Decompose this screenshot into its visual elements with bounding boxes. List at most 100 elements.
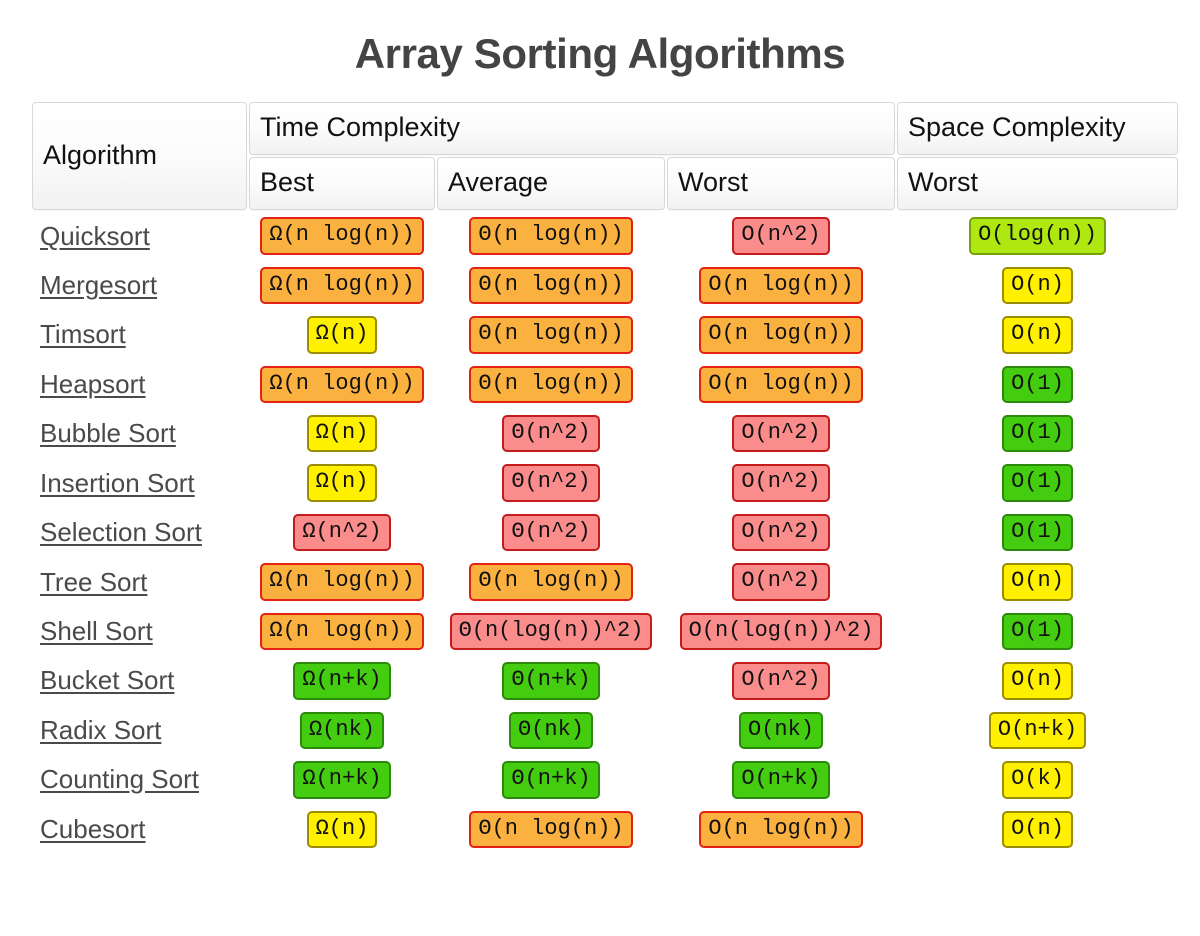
complexity-badge: O(n) (1002, 662, 1073, 700)
complexity-badge: O(n+k) (732, 761, 830, 799)
algorithm-link[interactable]: Mergesort (40, 270, 157, 300)
algorithm-link[interactable]: Quicksort (40, 221, 150, 251)
column-header-space-complexity: Space Complexity (897, 102, 1179, 156)
average-complexity-cell: Θ(n log(n)) (437, 361, 665, 408)
algorithm-name-cell: Shell Sort (32, 608, 247, 655)
complexity-badge: O(n^2) (732, 415, 830, 453)
average-complexity-cell: Θ(n log(n)) (437, 212, 665, 259)
table-body: Quicksort Ω(n log(n)) Θ(n log(n)) O(n^2) O(l… (32, 212, 1178, 853)
space-complexity-cell: O(1) (897, 509, 1178, 556)
complexity-badge: O(1) (1002, 513, 1073, 552)
table-row: Counting Sort Ω(n+k) Θ(n+k) O(n+k) O(k) (32, 756, 1178, 803)
algorithm-link[interactable]: Tree Sort (40, 567, 147, 597)
complexity-badge: O(n) (1002, 316, 1073, 354)
space-complexity-cell: O(n) (897, 657, 1178, 704)
complexity-badge: Ω(n log(n)) (260, 365, 424, 404)
algorithm-name-cell: Insertion Sort (32, 459, 247, 506)
algorithm-name-cell: Selection Sort (32, 509, 247, 556)
space-complexity-cell: O(n) (897, 806, 1178, 853)
worst-complexity-cell: O(n+k) (667, 756, 895, 803)
complexity-badge: Θ(n log(n)) (469, 266, 633, 305)
algorithm-name-cell: Bubble Sort (32, 410, 247, 457)
complexity-badge: O(1) (1002, 365, 1073, 404)
algorithm-link[interactable]: Cubesort (40, 814, 146, 844)
table-header-row-top: Algorithm Time Complexity Space Complexi… (32, 102, 1179, 211)
array-sorting-algorithms-table: Algorithm Time Complexity Space Complexi… (30, 100, 1180, 855)
complexity-badge: O(1) (1002, 612, 1073, 651)
complexity-badge: Θ(n(log(n))^2) (449, 612, 653, 651)
table-row: Mergesort Ω(n log(n)) Θ(n log(n)) O(n log(n… (32, 262, 1178, 309)
complexity-badge: Ω(nk) (299, 711, 384, 750)
best-complexity-cell: Ω(n) (249, 311, 435, 358)
complexity-badge: Θ(n^2) (502, 513, 600, 552)
worst-complexity-cell: O(n^2) (667, 509, 895, 556)
algorithm-link[interactable]: Radix Sort (40, 715, 161, 745)
complexity-badge: O(k) (1002, 761, 1073, 799)
complexity-badge: Θ(n log(n)) (469, 316, 633, 354)
table-head: Algorithm Time Complexity Space Complexi… (32, 102, 1179, 211)
complexity-badge: O(n^2) (732, 563, 830, 601)
algorithm-name-cell: Cubesort (32, 806, 247, 853)
average-complexity-cell: Θ(n log(n)) (437, 558, 665, 605)
complexity-badge: Θ(n log(n)) (469, 563, 633, 601)
complexity-badge: O(n^2) (732, 662, 830, 700)
algorithm-name-cell: Tree Sort (32, 558, 247, 605)
average-complexity-cell: Θ(n log(n)) (437, 262, 665, 309)
space-complexity-cell: O(1) (897, 608, 1178, 655)
best-complexity-cell: Ω(n log(n)) (249, 361, 435, 408)
average-complexity-cell: Θ(n(log(n))^2) (437, 608, 665, 655)
table-row: Bucket Sort Ω(n+k) Θ(n+k) O(n^2) O(n) (32, 657, 1178, 704)
complexity-badge: O(n) (1002, 810, 1073, 848)
algorithm-link[interactable]: Heapsort (40, 369, 146, 399)
complexity-badge: Ω(n) (306, 415, 378, 453)
column-header-space-worst: Worst (897, 157, 1179, 211)
complexity-badge: O(n log(n)) (699, 810, 863, 848)
complexity-badge: O(nk) (739, 711, 824, 750)
worst-complexity-cell: O(nk) (667, 707, 895, 754)
algorithm-link[interactable]: Shell Sort (40, 616, 153, 646)
table-row: Bubble Sort Ω(n) Θ(n^2) O(n^2) O(1) (32, 410, 1178, 457)
algorithm-link[interactable]: Timsort (40, 319, 126, 349)
complexity-badge: O(log(n)) (969, 217, 1106, 255)
best-complexity-cell: Ω(nk) (249, 707, 435, 754)
complexity-badge: Ω(n log(n)) (260, 266, 424, 305)
algorithm-name-cell: Quicksort (32, 212, 247, 259)
column-header-worst: Worst (667, 157, 896, 211)
average-complexity-cell: Θ(n^2) (437, 509, 665, 556)
complexity-badge: Ω(n) (306, 316, 378, 354)
average-complexity-cell: Θ(n+k) (437, 756, 665, 803)
algorithm-name-cell: Bucket Sort (32, 657, 247, 704)
algorithm-link[interactable]: Selection Sort (40, 517, 202, 547)
column-header-time-complexity: Time Complexity (249, 102, 896, 156)
complexity-badge: Θ(n+k) (502, 761, 600, 799)
complexity-badge: Ω(n) (306, 464, 378, 502)
algorithm-link[interactable]: Counting Sort (40, 764, 199, 794)
complexity-badge: O(n log(n)) (699, 266, 863, 305)
complexity-badge: Ω(n) (306, 810, 378, 848)
space-complexity-cell: O(1) (897, 459, 1178, 506)
complexity-badge: Θ(n^2) (502, 415, 600, 453)
best-complexity-cell: Ω(n^2) (249, 509, 435, 556)
table-row: Heapsort Ω(n log(n)) Θ(n log(n)) O(n log(n)… (32, 361, 1178, 408)
complexity-badge: Ω(n^2) (293, 513, 391, 552)
best-complexity-cell: Ω(n+k) (249, 657, 435, 704)
algorithm-name-cell: Mergesort (32, 262, 247, 309)
worst-complexity-cell: O(n^2) (667, 212, 895, 259)
algorithm-link[interactable]: Insertion Sort (40, 468, 195, 498)
complexity-badge: Θ(nk) (508, 711, 593, 750)
best-complexity-cell: Ω(n) (249, 410, 435, 457)
complexity-badge: O(n+k) (988, 711, 1087, 750)
complexity-badge: Θ(n log(n)) (469, 365, 633, 404)
space-complexity-cell: O(n) (897, 262, 1178, 309)
worst-complexity-cell: O(n^2) (667, 410, 895, 457)
algorithm-link[interactable]: Bubble Sort (40, 418, 176, 448)
space-complexity-cell: O(n+k) (897, 707, 1178, 754)
complexity-badge: Ω(n log(n)) (260, 217, 424, 255)
complexity-badge: O(n) (1002, 266, 1073, 305)
average-complexity-cell: Θ(n log(n)) (437, 311, 665, 358)
table-row: Insertion Sort Ω(n) Θ(n^2) O(n^2) O(1) (32, 459, 1178, 506)
average-complexity-cell: Θ(n log(n)) (437, 806, 665, 853)
worst-complexity-cell: O(n^2) (667, 558, 895, 605)
algorithm-link[interactable]: Bucket Sort (40, 665, 174, 695)
table-row: Cubesort Ω(n) Θ(n log(n)) O(n log(n)) O(n) (32, 806, 1178, 853)
